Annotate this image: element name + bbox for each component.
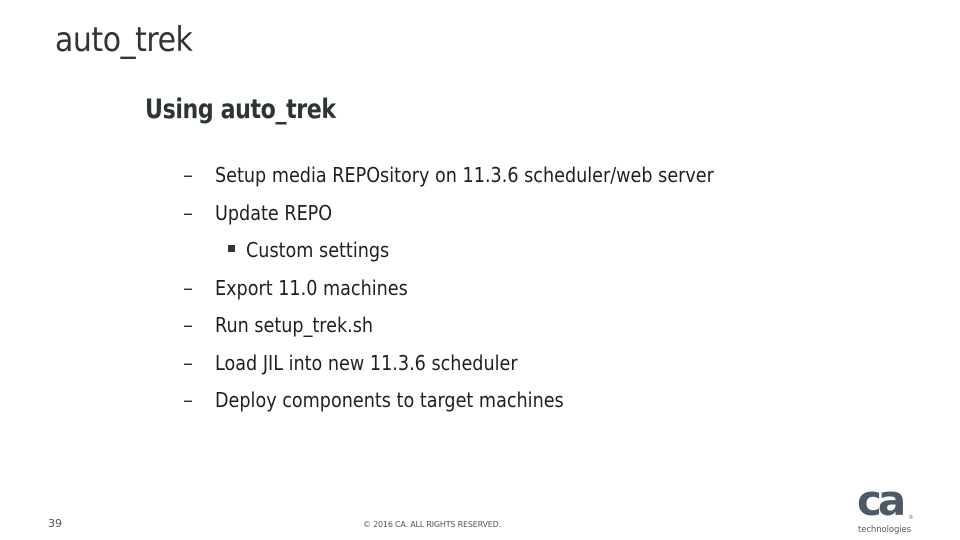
dash-marker: – — [183, 388, 193, 412]
bullet-text: Update REPO — [215, 200, 333, 225]
logo-tagline: technologies — [858, 525, 911, 535]
bullet-text: Load JIL into new 11.3.6 scheduler — [215, 350, 518, 375]
dash-marker: – — [183, 275, 193, 300]
ca-technologies-logo: ca ® technologies — [855, 476, 917, 536]
slide-subtitle: Using auto_trek — [145, 94, 336, 125]
dash-marker: – — [183, 163, 193, 187]
dash-marker: – — [183, 200, 193, 225]
bullet-text: Run setup_trek.sh — [215, 313, 374, 337]
bullet-text: Deploy components to target machines — [215, 388, 564, 412]
page-number: 39 — [48, 517, 62, 530]
slide-title: auto_trek — [55, 20, 193, 60]
square-bullet-icon — [228, 234, 248, 266]
ca-logo-mark: ca — [857, 476, 906, 525]
bullet-text: Export 11.0 machines — [215, 275, 408, 300]
dash-marker: – — [183, 350, 193, 375]
bullet-text: Custom settings — [246, 238, 390, 262]
registered-mark: ® — [909, 515, 913, 521]
dash-marker: – — [183, 313, 193, 337]
bullet-text: Setup media REPOsitory on 11.3.6 schedul… — [215, 163, 714, 187]
copyright-notice: © 2016 CA. ALL RIGHTS RESERVED. — [363, 520, 501, 529]
